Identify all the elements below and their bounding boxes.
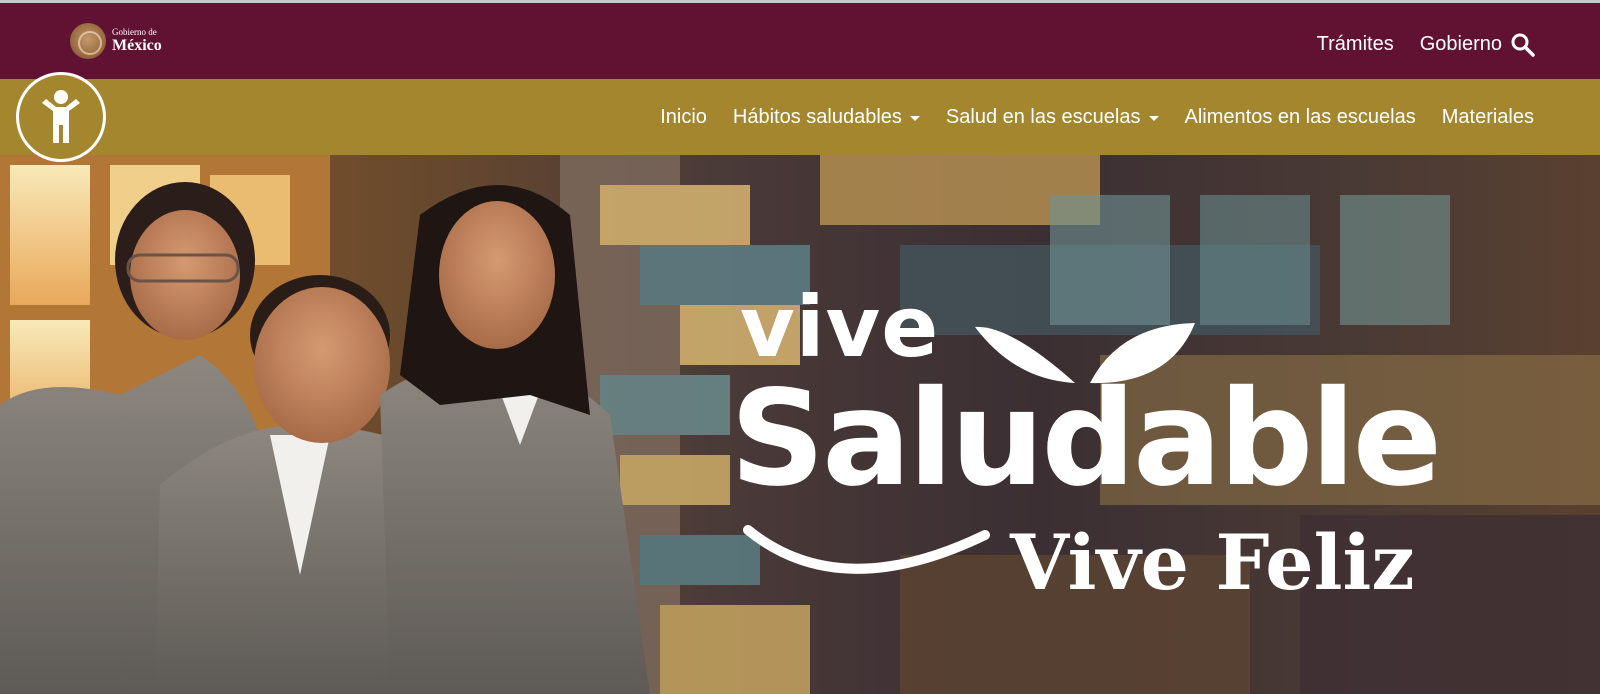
coat-of-arms-icon <box>70 23 106 59</box>
chevron-down-icon <box>909 116 920 121</box>
link-tramites[interactable]: Trámites <box>1317 33 1394 56</box>
gobierno-logo[interactable]: Gobierno de México <box>70 23 162 59</box>
logo-line2: México <box>112 37 162 54</box>
accessibility-person-icon <box>42 90 80 143</box>
hero-banner: vive Saludable Vive Feliz <box>0 155 1600 694</box>
nav-inicio[interactable]: Inicio <box>660 106 707 129</box>
accessibility-button[interactable] <box>16 72 106 162</box>
nav-materiales[interactable]: Materiales <box>1442 106 1534 129</box>
chevron-down-icon <box>1148 116 1159 121</box>
nav-alimentos-escuelas[interactable]: Alimentos en las escuelas <box>1185 106 1416 129</box>
nav-salud-escuelas[interactable]: Salud en las escuelas <box>946 106 1159 129</box>
site-navigation-bar: Inicio Hábitos saludables Salud en las e… <box>0 79 1600 155</box>
search-icon[interactable] <box>1510 32 1536 58</box>
nav-habitos-saludables[interactable]: Hábitos saludables <box>733 106 920 129</box>
site-nav: Inicio Hábitos saludables Salud en las e… <box>660 106 1534 129</box>
logo-line1: Gobierno de <box>112 27 157 37</box>
hero-line-vive: vive <box>740 278 940 376</box>
hero-line-saludable: Saludable <box>730 362 1442 516</box>
government-nav: Trámites Gobierno <box>1317 33 1502 56</box>
government-header: Gobierno de México Trámites Gobierno <box>0 3 1600 79</box>
hero-line-vive-feliz: Vive Feliz <box>1010 518 1415 607</box>
link-gobierno[interactable]: Gobierno <box>1420 33 1502 56</box>
